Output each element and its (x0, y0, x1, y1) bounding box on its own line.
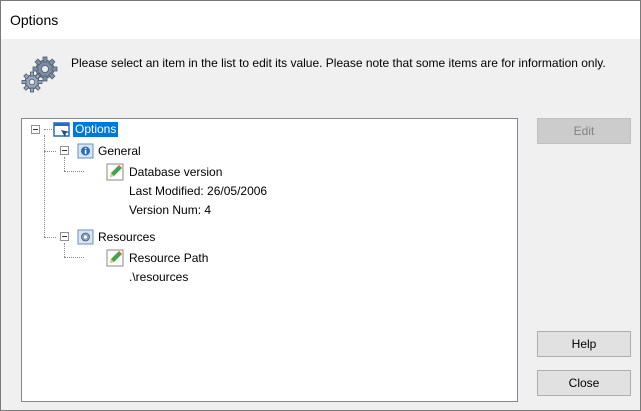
edit-pencil-icon (106, 163, 124, 181)
tree-node-general[interactable]: General (98, 144, 141, 159)
tree-detail-version-num: Version Num: 4 (129, 203, 212, 217)
tree-node-options[interactable]: Options (73, 122, 119, 137)
gears-icon (21, 56, 58, 93)
close-button[interactable]: Close (537, 370, 631, 396)
edit-button[interactable]: Edit (537, 118, 631, 144)
tree-node-resource-path[interactable]: Resource Path (129, 251, 208, 266)
tree-detail-resource-path-value: .\resources (129, 270, 189, 284)
expander-resources[interactable] (60, 232, 69, 241)
window-title: Options (10, 12, 59, 28)
info-folder-icon (77, 143, 94, 159)
tree-line (64, 171, 84, 172)
options-tree[interactable]: Options General Database version Last Mo… (21, 118, 518, 402)
instruction-message: Please select an item in the list to edi… (71, 56, 606, 70)
tree-line (64, 157, 65, 171)
tree-line (44, 237, 56, 238)
tree-node-resources[interactable]: Resources (98, 230, 155, 245)
tree-node-database-version[interactable]: Database version (129, 165, 222, 180)
resources-gear-icon (77, 229, 94, 245)
edit-pencil-icon (106, 249, 124, 267)
options-dialog: Options Please select an item in the lis… (0, 0, 641, 411)
tree-line (64, 243, 65, 257)
tree-detail-last-modified: Last Modified: 26/05/2006 (129, 184, 268, 198)
expander-general[interactable] (60, 146, 69, 155)
tree-line (64, 257, 84, 258)
options-window-icon (53, 122, 70, 137)
expander-options[interactable] (31, 125, 40, 134)
title-bar[interactable]: Options (1, 1, 640, 39)
tree-line (44, 151, 56, 152)
help-button[interactable]: Help (537, 331, 631, 357)
